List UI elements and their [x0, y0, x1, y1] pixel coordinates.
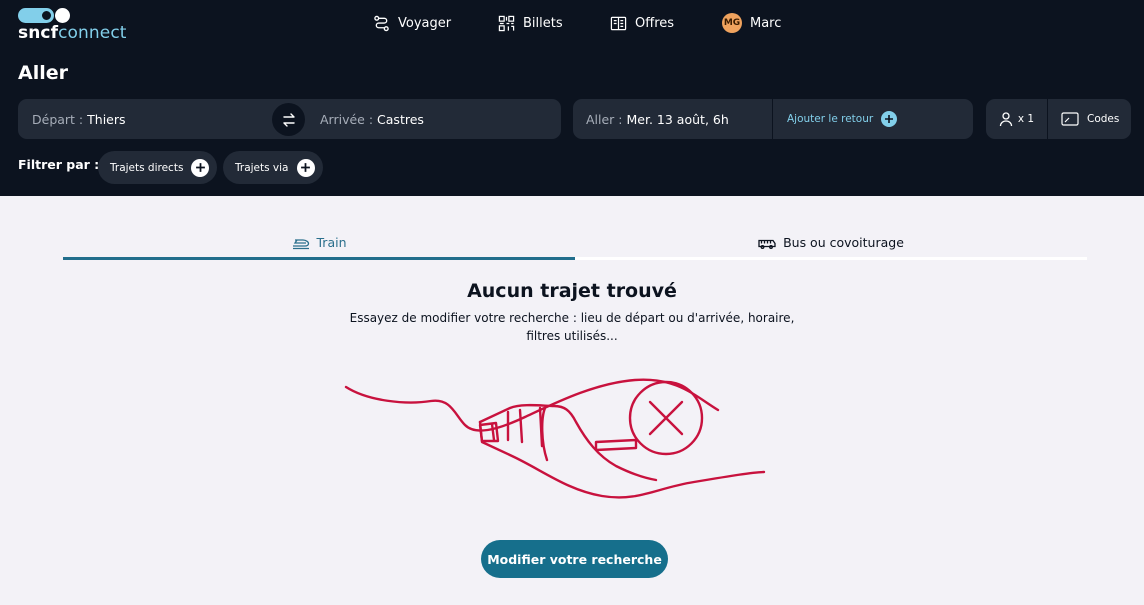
- sncf-connect-logo[interactable]: sncfconnect: [18, 7, 128, 43]
- nav-account[interactable]: MG Marc: [722, 12, 781, 34]
- plus-circle-icon: [191, 158, 210, 177]
- offers-book-icon: [610, 16, 627, 30]
- plus-circle-icon: [296, 158, 315, 177]
- passengers-button[interactable]: x 1: [986, 99, 1048, 139]
- departure-field[interactable]: Départ : Thiers: [32, 112, 287, 127]
- arrival-value: Castres: [377, 111, 424, 127]
- top-header: sncfconnect Voyager Billets Offres MG Ma…: [0, 0, 1144, 196]
- departure-value: Thiers: [87, 111, 126, 127]
- nav-label: Voyager: [398, 15, 452, 31]
- add-return-button[interactable]: Ajouter le retour: [773, 111, 898, 127]
- modify-search-button[interactable]: Modifier votre recherche: [481, 540, 668, 578]
- swap-stations-button[interactable]: [272, 103, 305, 136]
- route-icon: [374, 15, 389, 31]
- codes-button[interactable]: Codes: [1048, 112, 1119, 126]
- date-field: Aller : Mer. 13 août, 6h Ajouter le reto…: [573, 99, 973, 139]
- bus-icon: [758, 239, 776, 249]
- nav-label: Offres: [635, 15, 675, 31]
- nav-billets[interactable]: Billets: [498, 12, 563, 34]
- discount-card-icon: [1061, 112, 1079, 126]
- tab-bus-carpool[interactable]: Bus ou covoiturage: [575, 228, 1087, 260]
- filter-label: Filtrer par :: [18, 157, 100, 172]
- tab-train[interactable]: Train: [63, 228, 575, 260]
- nav-label: Billets: [523, 15, 563, 31]
- passengers-codes-field: x 1 Codes: [986, 99, 1131, 139]
- avatar: MG: [722, 13, 742, 33]
- outbound-date-value: Mer. 13 août, 6h: [626, 111, 729, 127]
- swap-arrows-icon: [282, 112, 295, 127]
- plus-circle-icon: [881, 111, 898, 127]
- logo-wordmark: sncfconnect: [18, 23, 127, 43]
- arrival-field[interactable]: Arrivée : Castres: [320, 112, 424, 127]
- empty-state-title: Aucun trajet trouvé: [467, 280, 677, 302]
- empty-state-text: Essayez de modifier votre recherche : li…: [349, 311, 795, 343]
- qr-code-icon: [498, 15, 515, 31]
- person-icon: [999, 112, 1013, 127]
- filter-chip-via[interactable]: Trajets via: [223, 151, 323, 184]
- nav-offres[interactable]: Offres: [610, 12, 674, 34]
- outbound-date-field[interactable]: Aller : Mer. 13 août, 6h: [573, 99, 773, 139]
- train-icon: [292, 238, 309, 249]
- user-name: Marc: [750, 15, 782, 31]
- nav-voyager[interactable]: Voyager: [373, 12, 451, 34]
- no-train-illustration: [344, 378, 766, 499]
- filter-chip-direct[interactable]: Trajets directs: [98, 151, 218, 184]
- page-title: Aller: [18, 62, 68, 84]
